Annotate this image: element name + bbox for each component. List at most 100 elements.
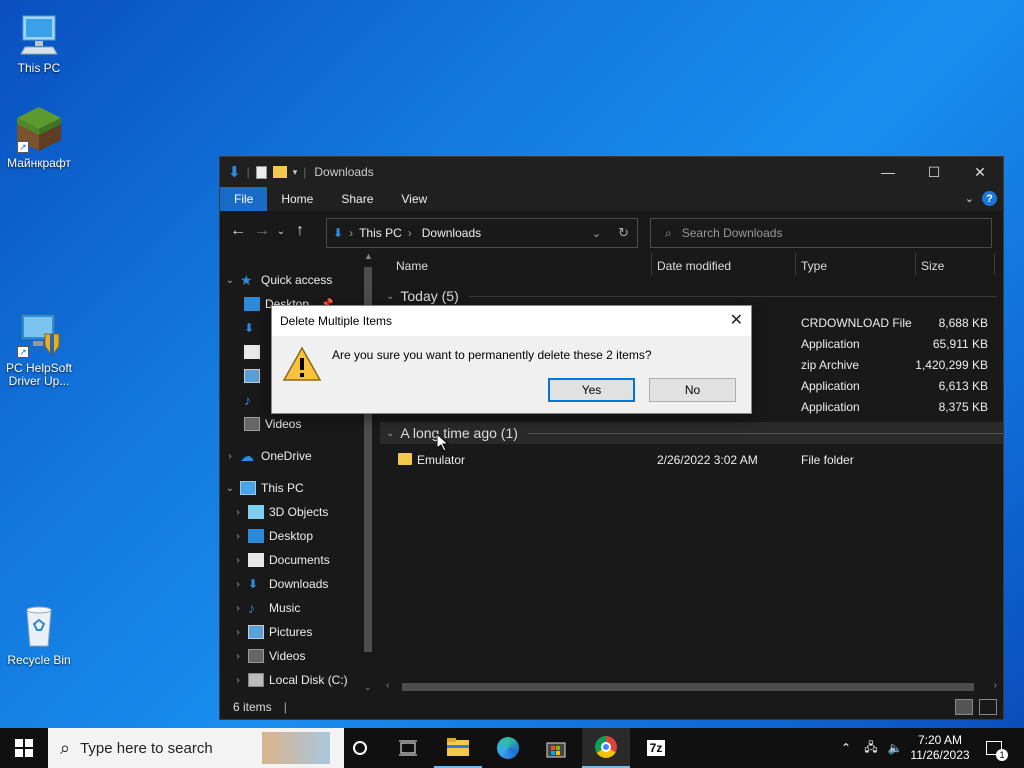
desktop-icon-driver-updater[interactable]: ↗ PC HelpSoft Driver Up... <box>1 310 77 388</box>
expand-chevron-icon[interactable]: › <box>232 555 244 566</box>
tab-home[interactable]: Home <box>267 187 327 211</box>
no-button[interactable]: No <box>649 378 736 402</box>
show-hidden-icons-chevron-icon[interactable]: ⌃ <box>836 728 856 768</box>
nav-quick-videos[interactable]: Videos <box>240 413 301 435</box>
notification-center-icon[interactable]: 1 <box>982 728 1008 768</box>
scroll-up-arrow-icon[interactable]: ▲ <box>364 251 373 261</box>
column-name[interactable]: Name <box>396 259 428 273</box>
column-divider[interactable] <box>994 253 995 275</box>
desktop-icon-this-pc[interactable]: This PC <box>1 10 77 75</box>
nav-label: Documents <box>269 553 330 567</box>
help-icon[interactable]: ? <box>982 191 997 206</box>
expand-chevron-icon[interactable]: › <box>232 531 244 542</box>
nav-pc-3d-objects[interactable]: › 3D Objects <box>232 501 328 523</box>
desktop-icon-recycle-bin[interactable]: Recycle Bin <box>1 602 77 667</box>
scroll-right-arrow-icon[interactable]: › <box>994 680 997 691</box>
nav-quick-documents[interactable] <box>240 341 265 363</box>
scroll-left-arrow-icon[interactable]: ‹ <box>386 680 389 691</box>
collapse-chevron-icon[interactable]: ⌄ <box>386 428 394 439</box>
nav-quick-pictures[interactable] <box>240 365 265 387</box>
nav-label: Videos <box>265 417 302 431</box>
nav-label: Quick access <box>261 273 333 287</box>
desktop-icon-minecraft[interactable]: ↗ Майнкрафт <box>1 105 77 170</box>
expand-chevron-icon[interactable]: › <box>232 579 244 590</box>
search-box[interactable]: ⌕ Search Downloads <box>650 218 992 248</box>
nav-pc-music[interactable]: › ♪ Music <box>232 597 300 619</box>
file-row[interactable]: Emulator 2/26/2022 3:02 AM File folder <box>380 449 1003 470</box>
7zip-icon[interactable]: 7z <box>632 728 680 768</box>
expand-chevron-icon[interactable]: ⌄ <box>224 275 236 286</box>
breadcrumb-separator: › <box>349 226 354 240</box>
quick-access-toolbar: ⬇ | ▾ | <box>220 163 306 181</box>
volume-muted-icon[interactable]: 🔈 <box>884 728 906 768</box>
refresh-icon[interactable]: ↻ <box>618 225 629 241</box>
start-button[interactable] <box>0 728 48 768</box>
expand-chevron-icon[interactable]: › <box>232 603 244 614</box>
expand-chevron-icon[interactable]: ⌄ <box>224 483 236 494</box>
nav-quick-downloads[interactable]: ⬇ <box>240 317 265 339</box>
nav-pc-local-disk[interactable]: › Local Disk (C:) <box>232 669 348 691</box>
column-divider[interactable] <box>915 253 916 275</box>
column-divider[interactable] <box>651 253 652 275</box>
recent-locations-chevron-icon[interactable]: ⌄ <box>274 226 288 237</box>
details-view-icon[interactable] <box>955 699 973 715</box>
scrollbar-thumb[interactable] <box>402 683 974 691</box>
taskbar-search-placeholder: Type here to search <box>80 739 213 757</box>
new-folder-icon[interactable] <box>272 166 287 178</box>
file-type: zip Archive <box>801 358 860 372</box>
back-arrow-icon[interactable]: ← <box>226 222 250 240</box>
horizontal-scrollbar[interactable]: ‹ › <box>380 679 1003 695</box>
chrome-icon[interactable] <box>582 728 630 768</box>
file-explorer-taskbar-icon[interactable] <box>434 728 482 768</box>
taskbar-search-box[interactable]: ⌕ Type here to search <box>48 728 344 768</box>
group-header-today[interactable]: ⌄ Today (5) <box>380 285 1003 307</box>
network-icon[interactable]: 🖧 <box>860 728 882 768</box>
nav-onedrive[interactable]: › ☁ OneDrive <box>224 445 311 467</box>
close-button[interactable]: ✕ <box>957 157 1003 187</box>
nav-pc-documents[interactable]: › Documents <box>232 549 330 571</box>
edge-icon[interactable] <box>484 728 532 768</box>
customize-toolbar-chevron-icon[interactable]: ▾ <box>293 167 298 178</box>
expand-chevron-icon[interactable]: › <box>224 451 236 462</box>
expand-chevron-icon[interactable]: › <box>232 507 244 518</box>
expand-chevron-icon[interactable]: › <box>232 675 244 686</box>
cortana-icon[interactable] <box>336 728 384 768</box>
breadcrumb-this-pc[interactable]: This PC <box>359 226 402 240</box>
address-dropdown-chevron-icon[interactable]: ⌄ <box>592 227 601 240</box>
tab-share[interactable]: Share <box>327 187 387 211</box>
clock[interactable]: 7:20 AM 11/26/2023 <box>906 728 974 768</box>
file-date: 2/26/2022 3:02 AM <box>657 453 758 467</box>
expand-ribbon-chevron-icon[interactable]: ⌄ <box>965 192 974 205</box>
column-date-modified[interactable]: Date modified <box>657 259 731 273</box>
scroll-down-arrow-icon[interactable]: ⌄ <box>364 682 372 693</box>
dialog-close-button[interactable]: ✕ <box>730 310 743 330</box>
expand-chevron-icon[interactable]: › <box>232 651 244 662</box>
address-bar[interactable]: ⬇ › This PC › Downloads ⌄ ↻ <box>326 218 638 248</box>
nav-pc-videos[interactable]: › Videos <box>232 645 305 667</box>
nav-this-pc[interactable]: ⌄ This PC <box>224 477 304 499</box>
nav-quick-music[interactable]: ♪ <box>240 389 265 411</box>
tab-view[interactable]: View <box>387 187 441 211</box>
column-divider[interactable] <box>795 253 796 275</box>
store-icon[interactable] <box>532 728 580 768</box>
column-size[interactable]: Size <box>921 259 944 273</box>
column-type[interactable]: Type <box>801 259 827 273</box>
group-header-long-ago[interactable]: ⌄ A long time ago (1) <box>380 422 1003 444</box>
forward-arrow-icon[interactable]: → <box>250 222 274 240</box>
breadcrumb-downloads[interactable]: Downloads <box>422 226 481 240</box>
expand-chevron-icon[interactable]: › <box>232 627 244 638</box>
yes-button[interactable]: Yes <box>548 378 635 402</box>
properties-icon[interactable] <box>255 165 267 179</box>
minimize-button[interactable]: — <box>865 157 911 187</box>
nav-pc-pictures[interactable]: › Pictures <box>232 621 312 643</box>
tab-file[interactable]: File <box>220 187 268 211</box>
file-size: 8,375 KB <box>938 400 988 414</box>
large-icons-view-icon[interactable] <box>979 699 997 715</box>
maximize-button[interactable]: ☐ <box>911 157 957 187</box>
nav-pc-desktop[interactable]: › Desktop <box>232 525 313 547</box>
collapse-chevron-icon[interactable]: ⌄ <box>386 291 394 302</box>
task-view-icon[interactable] <box>384 728 432 768</box>
up-arrow-icon[interactable]: ↑ <box>288 222 312 240</box>
nav-quick-access[interactable]: ⌄ ★ Quick access <box>224 269 333 291</box>
nav-pc-downloads[interactable]: › ⬇ Downloads <box>232 573 328 595</box>
